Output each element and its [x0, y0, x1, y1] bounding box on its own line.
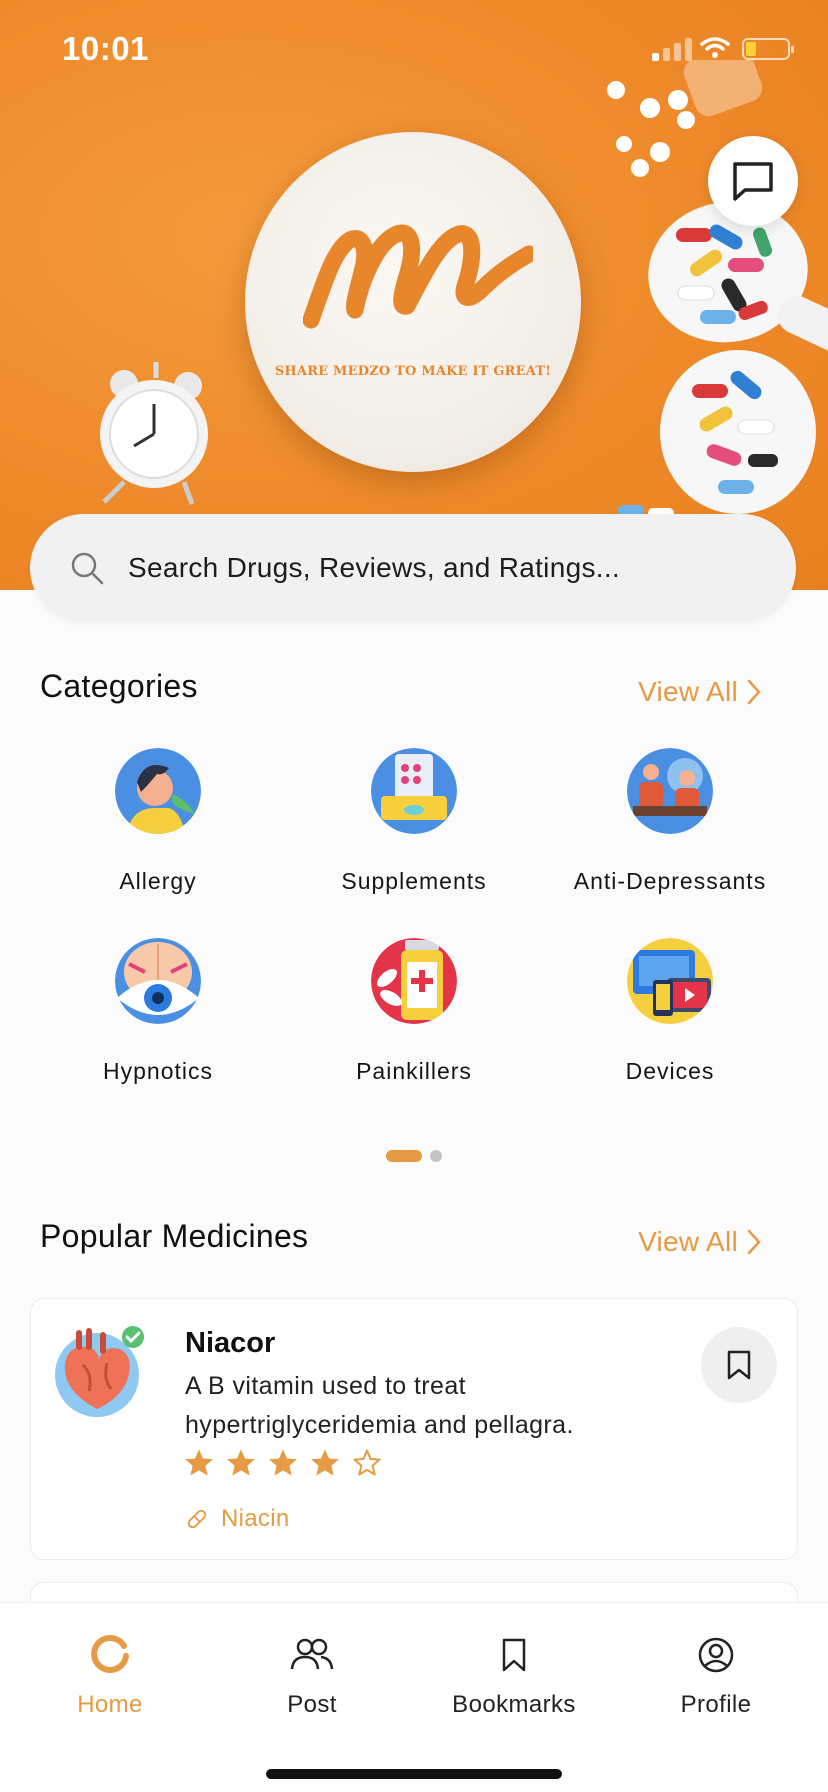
category-label: Devices: [625, 1058, 715, 1084]
bookmark-button[interactable]: [701, 1327, 777, 1403]
heart-organ-icon: [55, 1326, 144, 1417]
search-placeholder: Search Drugs, Reviews, and Ratings...: [128, 552, 620, 583]
supplements-icon: [371, 748, 457, 834]
devices-icon: [627, 938, 713, 1024]
category-label: Anti-Depressants: [573, 868, 767, 894]
medicine-name: Niacor: [185, 1327, 276, 1359]
battery-icon: [742, 38, 794, 60]
star-filled-icon: [227, 1449, 255, 1476]
star-filled-icon: [185, 1449, 213, 1476]
painkillers-icon: [371, 938, 457, 1024]
category-devices[interactable]: Devices: [550, 938, 790, 1085]
category-label: Painkillers: [356, 1058, 472, 1084]
tab-post[interactable]: Post: [222, 1631, 402, 1719]
hypnotics-icon: [115, 938, 201, 1024]
category-painkillers[interactable]: Painkillers: [294, 938, 534, 1085]
chevron-right-icon: [747, 679, 761, 705]
search-bar[interactable]: Search Drugs, Reviews, and Ratings...: [30, 514, 796, 622]
categories-view-all[interactable]: View All: [638, 676, 762, 708]
cellular-signal-icon: [652, 38, 692, 61]
page-dot: [430, 1150, 442, 1162]
categories-title: Categories: [40, 668, 198, 704]
chat-button[interactable]: [708, 136, 798, 226]
alarm-clock-illustration: [100, 362, 208, 505]
star-filled-icon: [311, 1449, 339, 1476]
category-page-indicator[interactable]: [386, 1150, 442, 1162]
view-all-label: View All: [638, 676, 738, 707]
tagline: SHARE MEDZO TO MAKE IT GREAT!: [274, 364, 552, 379]
medicine-card[interactable]: Niacor A B vitamin used to treat hypertr…: [30, 1298, 798, 1560]
pill-icon: [187, 1509, 207, 1529]
users-icon: [290, 1638, 334, 1670]
tab-label: Home: [77, 1691, 143, 1718]
chevron-right-icon: [747, 1229, 761, 1255]
popular-view-all[interactable]: View All: [638, 1226, 762, 1258]
bottom-tab-bar: Home Post Bookmarks Profile: [0, 1602, 828, 1792]
category-label: Supplements: [341, 868, 487, 894]
category-label: Hypnotics: [103, 1058, 213, 1084]
tab-label: Profile: [680, 1691, 752, 1718]
tab-label: Post: [287, 1691, 337, 1718]
medicine-description: A B vitamin used to treat hypertriglycer…: [185, 1372, 574, 1439]
ingredient-tag[interactable]: Niacin: [185, 1505, 290, 1533]
anti-depressants-icon: [627, 748, 713, 834]
medzo-m-mark: [303, 224, 533, 329]
category-anti-depressants[interactable]: Anti-Depressants: [550, 748, 790, 895]
tab-bookmarks[interactable]: Bookmarks: [424, 1631, 604, 1719]
search-icon: [70, 551, 104, 585]
pills-spoon-illustration: [607, 60, 828, 519]
popular-medicines-title: Popular Medicines: [40, 1218, 309, 1254]
status-time: 10:01: [62, 30, 149, 67]
profile-icon: [698, 1637, 734, 1673]
page-dot-active: [386, 1150, 422, 1162]
star-filled-icon: [269, 1449, 297, 1476]
category-allergy[interactable]: Allergy: [38, 748, 278, 895]
star-outline-icon: [353, 1449, 381, 1476]
medzo-logo: SHARE MEDZO TO MAKE IT GREAT!: [245, 132, 581, 472]
ingredient-label: Niacin: [221, 1505, 290, 1532]
tab-home[interactable]: Home: [20, 1631, 200, 1719]
home-icon: [91, 1634, 129, 1673]
tab-label: Bookmarks: [452, 1691, 576, 1718]
bookmark-icon: [502, 1638, 526, 1672]
category-supplements[interactable]: Supplements: [294, 748, 534, 895]
category-hypnotics[interactable]: Hypnotics: [38, 938, 278, 1085]
bookmark-icon: [727, 1350, 751, 1380]
category-label: Allergy: [119, 868, 197, 894]
rating-stars: [183, 1447, 383, 1479]
chat-bubble-icon: [733, 162, 773, 201]
hero-banner: 10:01 SHARE MEDZO TO MAKE IT GREAT!: [0, 0, 828, 590]
tab-profile[interactable]: Profile: [626, 1631, 806, 1719]
view-all-label: View All: [638, 1226, 738, 1257]
home-indicator: [266, 1769, 562, 1779]
wifi-icon: [700, 37, 730, 58]
allergy-icon: [115, 748, 201, 834]
